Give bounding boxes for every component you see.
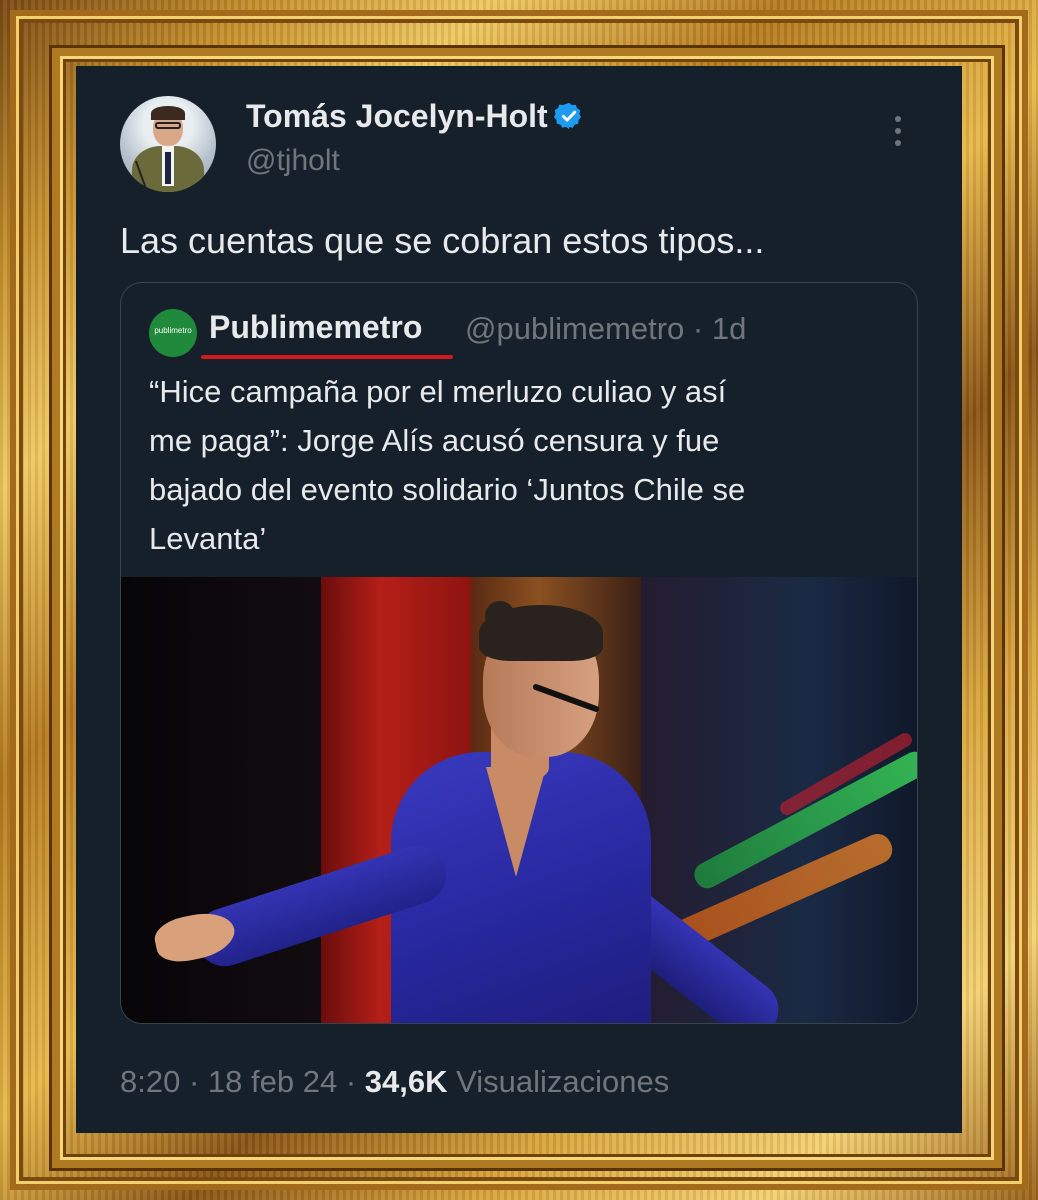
- quoted-text-line: “Hice campaña por el merluzo culiao y as…: [149, 374, 727, 409]
- footer-separator: ·: [345, 1064, 357, 1099]
- tweet-card: Tomás Jocelyn-Holt @tjholt Las cuentas q…: [76, 66, 962, 1133]
- quoted-avatar[interactable]: publimetro: [149, 309, 197, 357]
- tweet-time[interactable]: 8:20: [120, 1064, 180, 1099]
- meta-separator: ·: [692, 311, 704, 346]
- quoted-photo[interactable]: [121, 577, 917, 1023]
- verified-badge-icon: [553, 102, 581, 129]
- quoted-meta: @publimemetro · 1d: [465, 311, 746, 347]
- quoted-text-line: me paga”: Jorge Alís acusó censura y fue: [149, 423, 720, 458]
- quoted-text-line: bajado del evento solidario ‘Juntos Chil…: [149, 472, 746, 507]
- tweet-footer: 8:20 · 18 feb 24 · 34,6K Visualizaciones: [120, 1064, 669, 1100]
- author-avatar[interactable]: [120, 96, 216, 192]
- views-count[interactable]: 34,6K: [365, 1064, 448, 1099]
- more-options-icon[interactable]: [888, 116, 908, 156]
- quoted-handle[interactable]: @publimemetro: [465, 311, 684, 346]
- views-label[interactable]: Visualizaciones: [456, 1064, 669, 1099]
- quoted-text-line: Levanta’: [149, 521, 267, 556]
- quoted-age[interactable]: 1d: [712, 311, 746, 346]
- author-name-text[interactable]: Tomás Jocelyn-Holt: [246, 98, 548, 134]
- quoted-avatar-logo-text: publimetro: [154, 326, 192, 335]
- tweet-text: Las cuentas que se cobran estos tipos...: [120, 220, 765, 261]
- red-underline-annotation: [201, 355, 453, 359]
- quoted-tweet[interactable]: publimetro Publimemetro @publimemetro · …: [120, 282, 918, 1024]
- tweet-date[interactable]: 18 feb 24: [208, 1064, 337, 1099]
- quoted-text: “Hice campaña por el merluzo culiao y as…: [149, 367, 889, 563]
- author-name[interactable]: Tomás Jocelyn-Holt: [246, 98, 584, 135]
- quoted-author-name[interactable]: Publimemetro: [209, 309, 422, 346]
- author-handle[interactable]: @tjholt: [246, 144, 340, 178]
- footer-separator: ·: [188, 1064, 200, 1099]
